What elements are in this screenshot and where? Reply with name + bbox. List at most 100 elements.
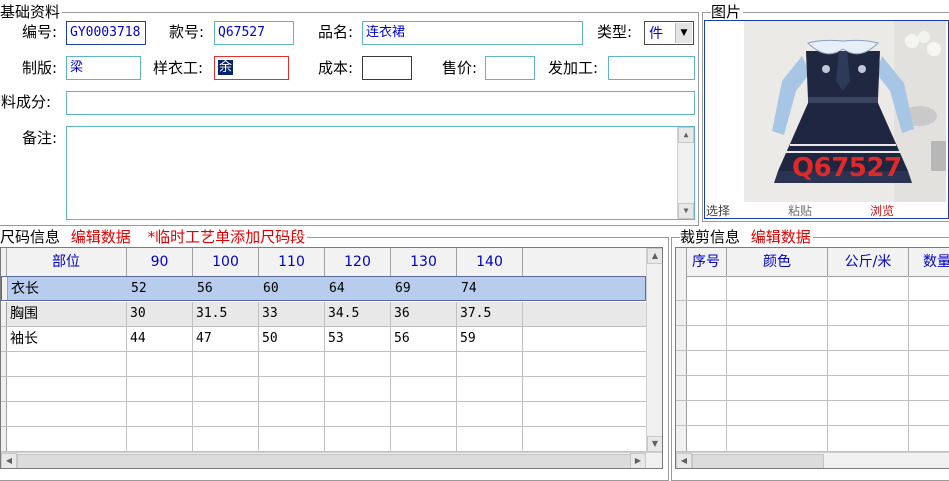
scroll-down-icon[interactable]: ▼ [647,436,662,452]
cut-col-header[interactable]: 数量 [909,248,949,276]
size-grid-vscrollbar[interactable]: ▲ ▼ [646,248,662,452]
table-row[interactable]: 袖长 44 47 50 53 56 59 [1,327,646,352]
remark-textarea[interactable]: ▲ ▼ [66,126,695,220]
empty-cell[interactable] [686,351,727,375]
scroll-up-icon[interactable]: ▲ [647,248,662,264]
empty-cell[interactable] [127,427,193,451]
size-cell[interactable]: 31.5 [193,302,259,326]
size-cell[interactable]: 33 [259,302,325,326]
empty-cell[interactable] [193,402,259,426]
table-row[interactable] [676,401,949,426]
processor-field[interactable] [608,56,695,80]
size-cell[interactable]: 52 [128,277,194,300]
scroll-down-icon[interactable]: ▼ [678,203,694,219]
size-col-header[interactable]: 120 [325,248,391,276]
empty-cell[interactable] [325,402,391,426]
empty-cell[interactable] [259,352,325,376]
empty-cell[interactable] [193,377,259,401]
empty-cell[interactable] [727,301,828,325]
empty-cell[interactable] [325,352,391,376]
chevron-down-icon[interactable]: ▼ [675,23,692,43]
empty-cell[interactable] [325,427,391,451]
table-row[interactable] [1,352,646,377]
table-row[interactable] [676,326,949,351]
cut-col-header[interactable]: 公斤/米 [828,248,909,276]
size-cell[interactable]: 56 [391,327,457,351]
cut-col-header[interactable]: 颜色 [727,248,828,276]
table-row[interactable] [1,427,646,452]
size-cell[interactable]: 59 [457,327,523,351]
empty-cell[interactable] [727,426,828,451]
empty-cell[interactable] [686,276,727,300]
scroll-thumb[interactable] [17,454,631,468]
empty-cell[interactable] [828,401,909,425]
size-col-header[interactable]: 140 [457,248,523,276]
temp-size-link[interactable]: *临时工艺单添加尺码段 [148,228,306,246]
remark-scrollbar[interactable]: ▲ ▼ [677,127,694,219]
empty-cell[interactable] [127,377,193,401]
style-no-field[interactable]: Q67527 [214,21,294,45]
empty-cell[interactable] [686,301,727,325]
empty-cell[interactable] [259,427,325,451]
empty-cell[interactable] [259,402,325,426]
size-grid-hscrollbar[interactable]: ◀ ▶ [1,452,662,468]
empty-cell[interactable] [127,352,193,376]
type-select[interactable]: 件 ▼ [644,21,694,45]
empty-cell[interactable] [6,402,127,426]
cut-col-header[interactable]: 序号 [686,248,727,276]
empty-cell[interactable] [325,377,391,401]
size-cell[interactable]: 56 [194,277,260,300]
empty-cell[interactable] [6,377,127,401]
cost-field[interactable] [362,56,412,80]
empty-cell[interactable] [727,376,828,400]
size-cell[interactable]: 衣长 [7,277,128,300]
empty-cell[interactable] [457,352,523,376]
scroll-left-icon[interactable]: ◀ [676,453,692,468]
size-cell[interactable]: 胸围 [6,302,127,326]
empty-cell[interactable] [727,401,828,425]
empty-cell[interactable] [193,352,259,376]
table-row[interactable]: 胸围 30 31.5 33 34.5 36 37.5 [1,302,646,327]
size-col-header[interactable]: 110 [259,248,325,276]
size-cell[interactable]: 36 [391,302,457,326]
photo-paste-button[interactable]: 粘贴 [788,204,812,218]
scroll-thumb[interactable] [692,454,824,468]
size-cell[interactable]: 64 [326,277,392,300]
empty-cell[interactable] [686,326,727,350]
empty-cell[interactable] [391,427,457,451]
empty-cell[interactable] [6,352,127,376]
empty-cell[interactable] [391,352,457,376]
empty-cell[interactable] [828,326,909,350]
price-field[interactable] [485,56,535,80]
empty-cell[interactable] [457,427,523,451]
empty-cell[interactable] [828,276,909,300]
size-cell[interactable]: 34.5 [325,302,391,326]
empty-cell[interactable] [686,401,727,425]
size-cell[interactable]: 53 [325,327,391,351]
size-cell[interactable]: 60 [260,277,326,300]
size-col-header[interactable]: 90 [127,248,193,276]
empty-cell[interactable] [457,377,523,401]
empty-cell[interactable] [259,377,325,401]
table-row[interactable] [676,376,949,401]
size-cell[interactable]: 74 [458,277,524,300]
size-cell[interactable]: 30 [127,302,193,326]
empty-cell[interactable] [727,351,828,375]
photo-select-button[interactable]: 选择 [706,204,730,218]
fabric-field[interactable] [66,91,695,115]
size-cell[interactable]: 37.5 [457,302,523,326]
empty-cell[interactable] [391,402,457,426]
empty-cell[interactable] [828,426,909,451]
empty-cell[interactable] [727,326,828,350]
pattern-maker-field[interactable]: 梁 [66,56,141,80]
size-cell[interactable]: 44 [127,327,193,351]
empty-cell[interactable] [686,426,727,451]
cut-edit-link[interactable]: 编辑数据 [751,228,811,246]
empty-cell[interactable] [457,402,523,426]
table-row[interactable] [1,377,646,402]
cut-grid-hscrollbar[interactable]: ◀ [676,452,949,468]
size-col-header[interactable]: 部位 [6,248,127,276]
size-col-header[interactable]: 130 [391,248,457,276]
scroll-left-icon[interactable]: ◀ [1,453,17,468]
product-name-field[interactable]: 连衣裙 [362,21,583,45]
